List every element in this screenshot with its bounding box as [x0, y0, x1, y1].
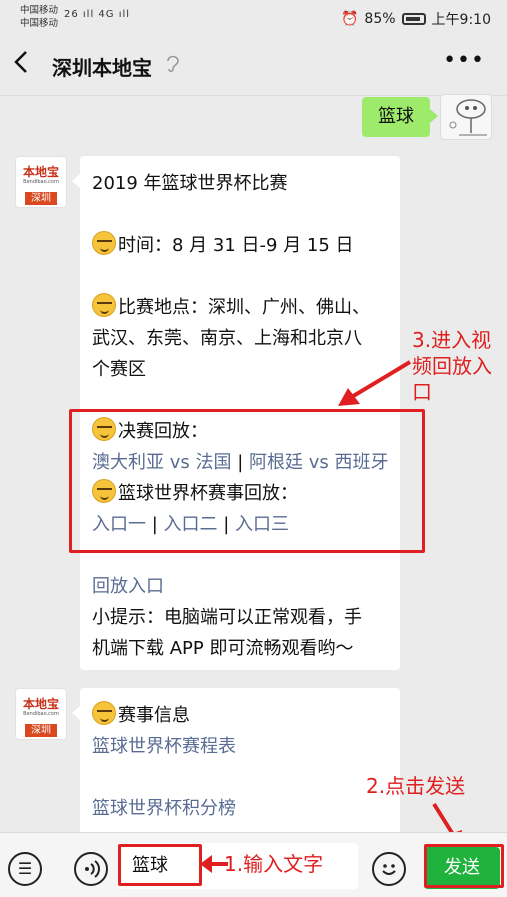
highlight-box-replay [69, 409, 425, 553]
clock: 上午9:10 [431, 12, 491, 28]
status-right: ⏰ 85% 上午9:10 [341, 9, 491, 29]
highlight-box-send [424, 844, 504, 888]
bot-avatar[interactable]: 本地宝 Bendibao.com 深圳 [15, 156, 67, 208]
nav-bar: 深圳本地宝 ••• [0, 36, 507, 96]
link-replay-entry[interactable]: 回放入口 [92, 571, 388, 602]
avatar-domain: Bendibao.com [23, 179, 59, 185]
link-standings[interactable]: 篮球世界杯积分榜 [92, 793, 388, 824]
annotation-step1: 1.输入文字 [224, 852, 324, 876]
voice-icon[interactable] [74, 852, 108, 886]
avatar-domain: Bendibao.com [23, 711, 59, 717]
battery-icon [401, 13, 426, 25]
annotation-step2: 2.点击发送 [366, 774, 466, 798]
emoji-icon[interactable] [372, 852, 406, 886]
user-message-bubble[interactable]: 篮球 [362, 97, 438, 137]
signal-icons: 26 ıll 4G ıll [64, 9, 131, 20]
bot-avatar[interactable]: 本地宝 Bendibao.com 深圳 [15, 688, 67, 740]
event-info-title: 赛事信息 [118, 705, 190, 726]
message-title: 2019 年篮球世界杯比赛 [92, 173, 288, 194]
annotation-step3-line1: 3.进入视 [412, 328, 492, 352]
status-bar: 中国移动 中国移动 26 ıll 4G ıll ⏰ 85% 上午9:10 [0, 0, 507, 36]
link-schedule[interactable]: 篮球世界杯赛程表 [92, 731, 388, 762]
avatar-city: 深圳 [25, 724, 57, 737]
avatar-brand: 本地宝 [22, 697, 59, 711]
venue-text-1: 比赛地点：深圳、广州、佛山、 [118, 297, 370, 318]
tip-text-1: 小提示：电脑端可以正常观看，手 [92, 607, 362, 628]
annotation-step3-line3: 口 [412, 380, 432, 404]
tip-text-2: 机端下载 APP 即可流畅观看哟～ [92, 638, 354, 659]
smirk-emoji-icon [92, 701, 116, 725]
avatar-city: 深圳 [25, 192, 57, 205]
message-time-line: 时间：8 月 31 日-9 月 15 日 [92, 230, 388, 261]
avatar-brand: 本地宝 [22, 165, 59, 179]
alarm-icon: ⏰ [340, 11, 359, 27]
back-icon[interactable] [14, 50, 38, 81]
page-title: 深圳本地宝 [52, 56, 152, 80]
battery-percent: 85% [364, 11, 396, 27]
menu-icon[interactable]: ☰ [8, 852, 42, 886]
user-avatar[interactable] [440, 94, 492, 140]
annotation-step3-line2: 频回放入 [412, 354, 492, 378]
venue-text-2: 武汉、东莞、南京、上海和北京八 [92, 328, 362, 349]
carrier-labels: 中国移动 中国移动 [20, 4, 58, 30]
smirk-emoji-icon [92, 231, 116, 255]
event-info-line: 赛事信息 [92, 700, 388, 731]
carrier-2: 中国移动 [20, 18, 59, 29]
ear-icon [166, 53, 180, 78]
bot-message-bubble-2: 赛事信息 篮球世界杯赛程表 篮球世界杯积分榜 [72, 688, 400, 838]
highlight-box-input [118, 844, 202, 886]
smirk-emoji-icon [92, 293, 116, 317]
annotation-step3: 3.进入视 频回放入 口 [412, 327, 492, 405]
arrow-step3-icon [338, 360, 412, 406]
time-text: 时间：8 月 31 日-9 月 15 日 [118, 235, 354, 256]
venue-line: 比赛地点：深圳、广州、佛山、 [92, 292, 388, 323]
carrier-1: 中国移动 [20, 5, 59, 16]
more-icon[interactable]: ••• [443, 48, 485, 73]
